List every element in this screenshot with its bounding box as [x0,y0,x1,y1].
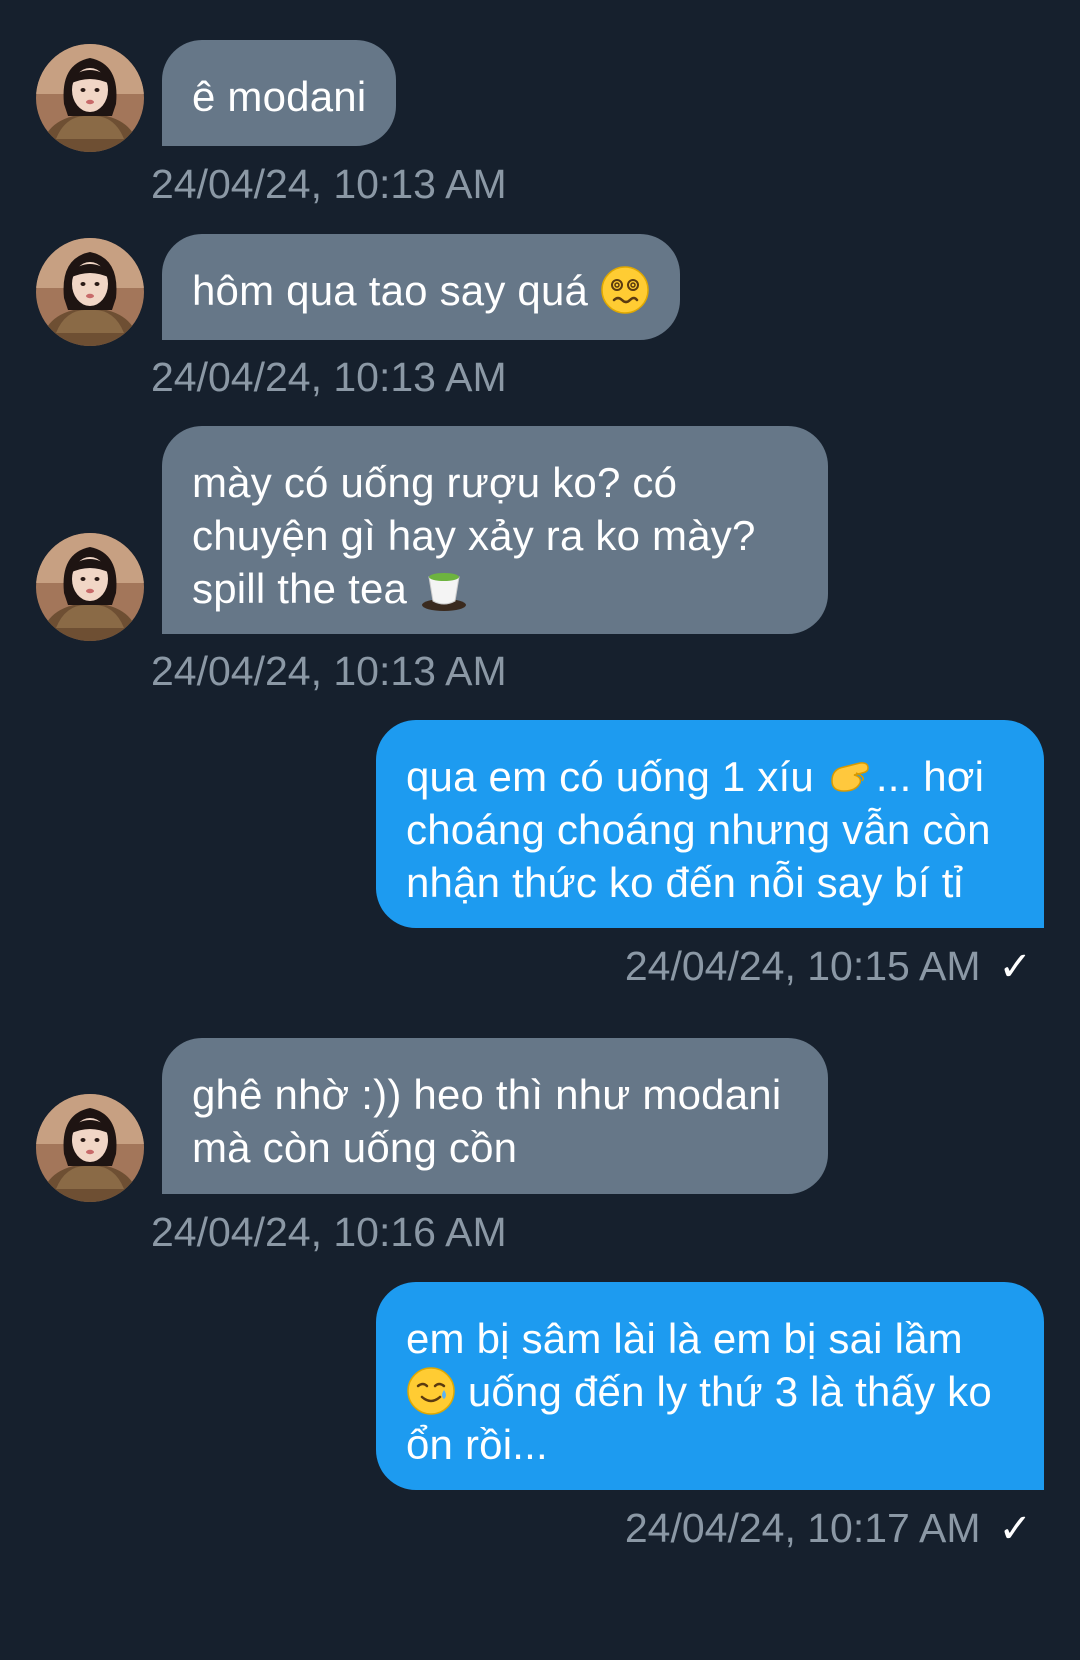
message-text: qua em có uống 1 xíu [406,753,814,800]
message-text: hôm qua tao say quá [192,267,589,314]
message-text-line: spill the tea [192,562,798,615]
message-text-line: uống đến ly thứ 3 là thấy ko [406,1365,1014,1418]
woozy-face-icon [600,265,650,315]
message-text: chuyện gì hay xảy ra ko mày? [192,512,756,559]
message-text: em bị sâm lài là em bị sai lầm [406,1315,963,1362]
tea-cup-icon [419,563,469,613]
message-bubble[interactable]: hôm qua tao say quá [162,234,680,340]
profile-photo-icon [36,1094,144,1202]
message-bubble[interactable]: mày có uống rượu ko? có chuyện gì hay xả… [162,426,828,634]
message-bubble[interactable]: em bị sâm lài là em bị sai lầm uống đến … [376,1282,1044,1490]
message-timestamp: 24/04/24, 10:15 AM [624,943,981,989]
message-timestamp: 24/04/24, 10:13 AM [151,354,507,400]
read-check-icon: ✓ [998,945,1032,989]
message-timestamp: 24/04/24, 10:13 AM [151,648,507,694]
message-text: ghê nhờ :)) heo thì như modani [192,1071,782,1118]
message-text: nhận thức ko đến nỗi say bí tỉ [406,859,964,906]
smiling-face-with-tear-icon [406,1366,456,1416]
message-text: ổn rồi... [406,1421,548,1468]
message-timestamp: 24/04/24, 10:16 AM [151,1209,507,1255]
avatar[interactable] [36,44,144,152]
message-bubble[interactable]: ê modani [162,40,397,146]
avatar[interactable] [36,533,144,641]
message-timestamp-row: 24/04/24, 10:17 AM ✓ [625,1504,1032,1553]
profile-photo-icon [36,533,144,641]
message-text: mày có uống rượu ko? có [192,459,678,506]
message-bubble[interactable]: qua em có uống 1 xíu ... hơi choáng choá… [376,720,1044,928]
message-text-line: qua em có uống 1 xíu ... hơi [406,750,1014,803]
message-text: choáng choáng nhưng vẫn còn [406,806,991,853]
profile-photo-icon [36,238,144,346]
message-text: spill the tea [192,565,408,612]
message-text: ... hơi [875,753,985,800]
read-check-icon: ✓ [998,1507,1032,1551]
message-text: ê modani [192,73,367,120]
message-text: mà còn uống cồn [192,1124,518,1171]
avatar[interactable] [36,1094,144,1202]
message-timestamp: 24/04/24, 10:17 AM [624,1505,981,1551]
pinching-hand-icon [826,751,876,801]
message-timestamp-row: 24/04/24, 10:15 AM ✓ [625,942,1032,991]
message-bubble[interactable]: ghê nhờ :)) heo thì như modani mà còn uố… [162,1038,828,1194]
message-timestamp: 24/04/24, 10:13 AM [151,161,507,207]
profile-photo-icon [36,44,144,152]
message-text-line: hôm qua tao say quá [192,264,650,317]
message-text: uống đến ly thứ 3 là thấy ko [456,1368,992,1415]
avatar[interactable] [36,238,144,346]
